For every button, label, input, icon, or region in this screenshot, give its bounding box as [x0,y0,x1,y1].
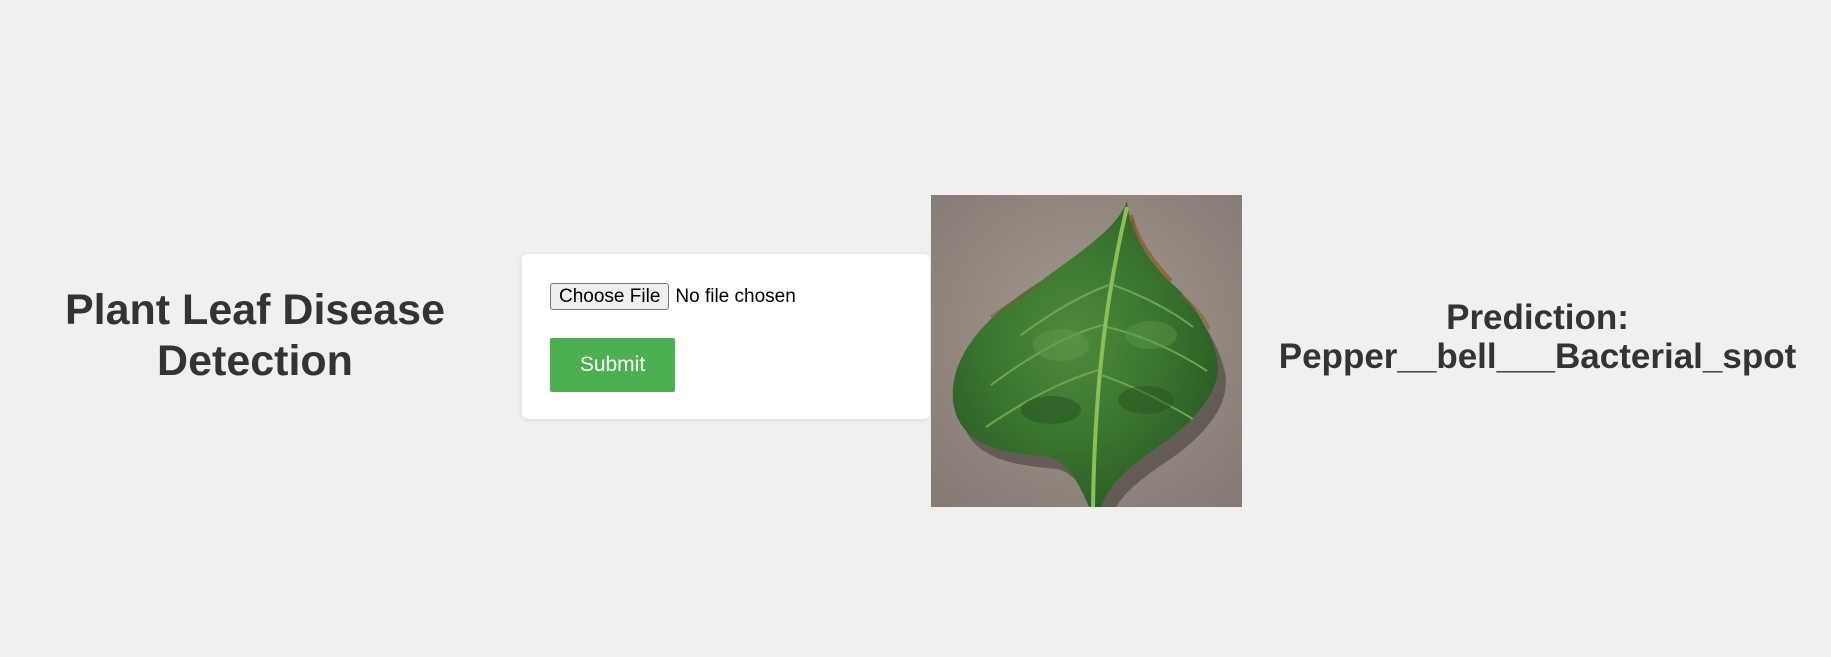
submit-button[interactable]: Submit [550,338,675,392]
upload-form: Choose File No file chosen Submit [522,254,930,419]
prediction-value: Pepper__bell___Bacterial_spot [1278,337,1797,376]
uploaded-leaf-image [931,195,1242,507]
page-title: Plant Leaf Disease Detection [64,286,445,385]
page: Plant Leaf Disease Detection Choose File… [0,0,1831,657]
prediction-result: Prediction: Pepper__bell___Bacterial_spo… [1270,298,1805,376]
file-status-text: No file chosen [675,286,796,307]
file-input[interactable]: Choose File No file chosen [550,283,796,310]
choose-file-button[interactable]: Choose File [550,283,670,310]
prediction-label: Prediction: [1446,298,1629,337]
